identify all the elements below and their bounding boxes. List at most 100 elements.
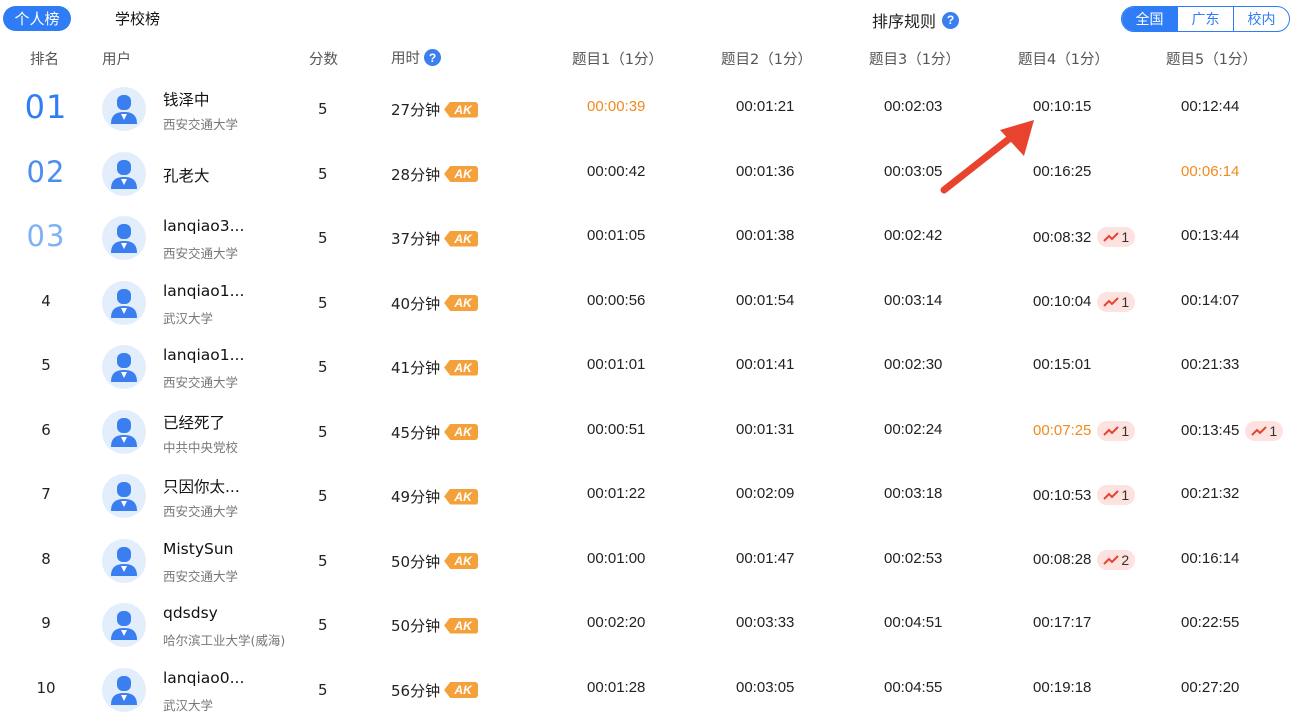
table-row: 02 孔老大5 28分钟 AK00:00:4200:01:3600:03:050… — [0, 141, 1292, 206]
header-q5: 题目5（1分） — [1166, 48, 1257, 69]
q2-cell: 00:01:41 — [736, 356, 794, 373]
avatar[interactable] — [102, 345, 146, 389]
attempt-badge: 1 — [1097, 485, 1135, 505]
ak-badge: AK — [444, 424, 478, 440]
table-row: 10 lanqiao0...武汉大学5 56分钟 AK00:01:2800:03… — [0, 657, 1292, 721]
avatar[interactable] — [102, 539, 146, 583]
q4-time: 00:08:28 — [1033, 551, 1091, 568]
q4-cell: 00:16:25 — [1033, 163, 1091, 180]
score: 5 — [318, 229, 328, 247]
q1-cell: 00:02:20 — [587, 614, 645, 631]
q3-cell: 00:02:42 — [884, 227, 942, 244]
red-arrow-icon — [938, 118, 1038, 198]
q1-time: 00:01:00 — [587, 550, 645, 567]
time-value: 28分钟 — [391, 164, 440, 185]
q2-time: 00:03:05 — [736, 679, 794, 696]
time-used: 50分钟 AK — [391, 551, 478, 572]
q4-cell: 00:10:04 1 — [1033, 292, 1135, 312]
help-icon[interactable]: ? — [942, 12, 959, 29]
time-value: 49分钟 — [391, 486, 440, 507]
q3-time: 00:03:05 — [884, 163, 942, 180]
q5-time: 00:13:45 — [1181, 422, 1239, 439]
top-bar: 个人榜 学校榜 排序规则 ? 全国 广东 校内 — [0, 0, 1292, 38]
q3-cell: 00:04:55 — [884, 679, 942, 696]
user-name[interactable]: lanqiao3... — [163, 217, 244, 235]
user-name[interactable]: 只因你太... — [163, 475, 240, 497]
q4-cell: 00:19:18 — [1033, 679, 1091, 696]
header-score: 分数 — [309, 48, 338, 69]
q2-cell: 00:02:09 — [736, 485, 794, 502]
time-used: 27分钟 AK — [391, 99, 478, 120]
user-name[interactable]: 孔老大 — [163, 164, 210, 186]
help-icon[interactable]: ? — [424, 49, 441, 66]
sort-rule[interactable]: 排序规则 ? — [872, 8, 959, 32]
tab-personal[interactable]: 个人榜 — [3, 6, 71, 31]
time-used: 49分钟 AK — [391, 486, 478, 507]
q3-cell: 00:04:51 — [884, 614, 942, 631]
avatar[interactable] — [102, 410, 146, 454]
header-q2: 题目2（1分） — [721, 48, 812, 69]
rank: 02 — [0, 155, 92, 189]
user-name[interactable]: lanqiao0... — [163, 669, 244, 687]
score: 5 — [318, 616, 328, 634]
attempt-badge: 1 — [1097, 421, 1135, 441]
table-header: 排名 用户 分数 用时 ? 题目1（1分） 题目2（1分） 题目3（1分） 题目… — [0, 38, 1292, 74]
attempt-count: 1 — [1121, 423, 1129, 439]
user-name[interactable]: lanqiao1... — [163, 346, 244, 364]
region-national[interactable]: 全国 — [1122, 7, 1177, 31]
q1-time: 00:01:01 — [587, 356, 645, 373]
q2-time: 00:01:21 — [736, 98, 794, 115]
user-name[interactable]: lanqiao1... — [163, 282, 244, 300]
q1-time: 00:00:39 — [587, 98, 645, 115]
q5-time: 00:13:44 — [1181, 227, 1239, 244]
q4-time: 00:19:18 — [1033, 679, 1091, 696]
tab-school[interactable]: 学校榜 — [115, 8, 160, 29]
avatar[interactable] — [102, 87, 146, 131]
time-value: 41分钟 — [391, 357, 440, 378]
attempt-count: 1 — [1121, 294, 1129, 310]
user-school: 武汉大学 — [163, 308, 213, 327]
q5-cell: 00:27:20 — [1181, 679, 1239, 696]
avatar[interactable] — [102, 474, 146, 518]
avatar[interactable] — [102, 281, 146, 325]
user-school: 中共中央党校 — [163, 437, 238, 456]
avatar[interactable] — [102, 668, 146, 712]
trend-up-icon — [1251, 425, 1267, 437]
time-value: 27分钟 — [391, 99, 440, 120]
user-school: 西安交通大学 — [163, 114, 238, 133]
q4-time: 00:10:53 — [1033, 487, 1091, 504]
user-icon — [109, 674, 139, 706]
user-school: 西安交通大学 — [163, 566, 238, 585]
q1-cell: 00:01:28 — [587, 679, 645, 696]
rank: 4 — [0, 292, 92, 310]
region-campus[interactable]: 校内 — [1233, 7, 1289, 31]
q3-time: 00:04:51 — [884, 614, 942, 631]
q1-cell: 00:00:42 — [587, 163, 645, 180]
user-name[interactable]: 钱泽中 — [163, 88, 210, 110]
q5-time: 00:21:32 — [1181, 485, 1239, 502]
avatar[interactable] — [102, 603, 146, 647]
avatar[interactable] — [102, 152, 146, 196]
region-guangdong[interactable]: 广东 — [1177, 7, 1233, 31]
user-name[interactable]: qdsdsy — [163, 604, 218, 622]
q4-time: 00:15:01 — [1033, 356, 1091, 373]
score: 5 — [318, 100, 328, 118]
time-used: 56分钟 AK — [391, 680, 478, 701]
score: 5 — [318, 423, 328, 441]
time-used: 50分钟 AK — [391, 615, 478, 636]
q3-cell: 00:02:03 — [884, 98, 942, 115]
user-name[interactable]: 已经死了 — [163, 411, 225, 433]
q1-time: 00:00:42 — [587, 163, 645, 180]
q5-cell: 00:12:44 — [1181, 98, 1239, 115]
q3-time: 00:03:14 — [884, 292, 942, 309]
ak-badge: AK — [444, 682, 478, 698]
q3-time: 00:02:24 — [884, 421, 942, 438]
q5-time: 00:16:14 — [1181, 550, 1239, 567]
q3-cell: 00:02:24 — [884, 421, 942, 438]
table-row: 6 已经死了中共中央党校5 45分钟 AK00:00:5100:01:3100:… — [0, 399, 1292, 464]
avatar[interactable] — [102, 216, 146, 260]
q2-cell: 00:01:21 — [736, 98, 794, 115]
q4-cell: 00:10:15 — [1033, 98, 1091, 115]
user-name[interactable]: MistySun — [163, 540, 234, 558]
user-icon — [109, 416, 139, 448]
